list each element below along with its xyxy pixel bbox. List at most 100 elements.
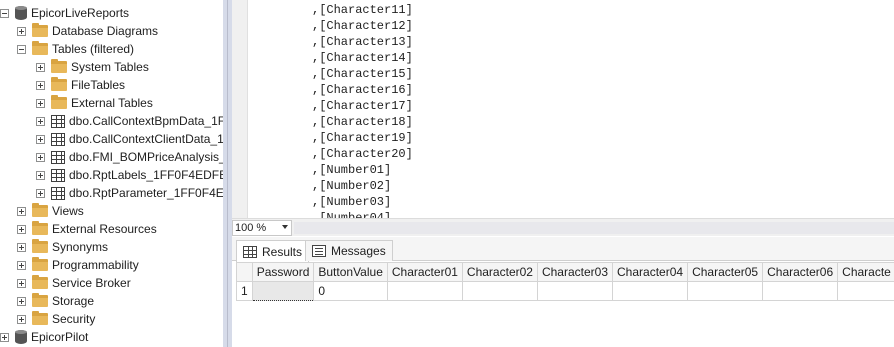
tree-node-external-tables[interactable]: External Tables [36,94,153,112]
chevron-down-icon[interactable] [282,225,288,229]
folder-icon [32,239,48,253]
grid-cell[interactable] [612,281,689,301]
editor-change-margin [248,0,251,218]
expand-icon[interactable] [17,26,26,36]
query-editor[interactable]: ,[Character11] ,[Character12] ,[Characte… [232,0,894,218]
tree-node-table[interactable]: dbo.RptLabels_1FF0F4EDFB3 [36,166,223,184]
expand-icon[interactable] [36,188,45,198]
tree-node-filetables[interactable]: FileTables [36,76,125,94]
expand-icon[interactable] [17,278,26,288]
tab-messages-label: Messages [331,244,386,258]
expand-icon[interactable] [17,206,26,216]
tree-node-label: External Resources [52,222,157,236]
zoom-dropdown[interactable]: 100 % [232,220,292,236]
expand-icon[interactable] [36,80,45,90]
expand-icon[interactable] [36,116,45,126]
tree-node-external-resources[interactable]: External Resources [17,220,157,238]
column-header[interactable]: Character01 [386,262,463,282]
tree-node-table[interactable]: dbo.CallContextClientData_1 [36,130,223,148]
tree-node-label: System Tables [71,60,149,74]
row-number[interactable]: 1 [236,281,253,301]
expand-icon[interactable] [36,170,45,180]
editor-status-bar: 100 % [232,218,894,236]
tree-node-programmability[interactable]: Programmability [17,256,139,274]
grid-cell[interactable]: 0 [313,281,388,301]
expand-icon[interactable] [17,314,26,324]
database-icon [15,330,27,344]
expand-icon[interactable] [36,62,45,72]
folder-icon [32,221,48,235]
collapse-icon[interactable] [17,44,26,54]
editor-margin [232,0,248,218]
tree-node-epicorlivereports[interactable]: EpicorLiveReports [0,4,129,22]
code-line: ,[Character18] [312,115,413,129]
folder-icon [51,59,67,73]
code-line: ,[Character14] [312,51,413,65]
column-header[interactable]: Character03 [536,262,614,282]
folder-icon [51,95,67,109]
tree-node-synonyms[interactable]: Synonyms [17,238,108,256]
tree-node-table[interactable]: dbo.FMI_BOMPriceAnalysis_ [36,148,223,166]
folder-icon [32,41,48,55]
expand-icon[interactable] [36,152,45,162]
table-icon [51,186,65,200]
tree-node-service-broker[interactable]: Service Broker [17,274,131,292]
table-icon [51,168,65,182]
expand-icon[interactable] [36,98,45,108]
column-header[interactable]: Character05 [687,262,764,282]
tree-node-table[interactable]: dbo.RptParameter_1FF0F4ED [36,184,223,202]
grid-cell[interactable] [536,281,614,301]
pane-splitter[interactable] [223,0,232,347]
expand-icon[interactable] [17,260,26,270]
grid-icon [243,245,257,258]
tree-node-security[interactable]: Security [17,310,95,328]
column-header[interactable]: Character06 [762,262,839,282]
expand-icon[interactable] [17,296,26,306]
tree-node-label: External Tables [71,96,153,110]
code-line: ,[Character17] [312,99,413,113]
tree-node-label: Synonyms [52,240,109,254]
grid-cell[interactable] [837,281,894,301]
column-header[interactable]: Character04 [612,262,689,282]
grid-cell[interactable] [461,281,538,301]
tree-node-database-diagrams[interactable]: Database Diagrams [17,22,158,40]
column-header[interactable]: Password [251,262,315,282]
tree-node-storage[interactable]: Storage [17,292,94,310]
grid-cell[interactable] [687,281,764,301]
expand-icon[interactable] [17,242,26,252]
code-line: ,[Number03] [312,195,392,209]
tab-results-label: Results [262,244,303,259]
tree-node-label: dbo.CallContextBpmData_1F [69,114,223,128]
expand-icon[interactable] [17,224,26,234]
tab-messages[interactable]: Messages [305,240,393,261]
grid-cell[interactable] [762,281,839,301]
column-header[interactable]: ButtonValue [313,262,388,282]
tab-results[interactable]: Results [236,240,310,262]
code-line: ,[Character12] [312,19,413,33]
tree-node-epicorpilot[interactable]: EpicorPilot [0,328,88,346]
folder-icon [32,257,48,271]
tree-node-views[interactable]: Views [17,202,84,220]
table-row: 1 0 [236,281,894,301]
grid-corner[interactable] [236,262,253,282]
folder-icon [32,311,48,325]
code-line: ,[Number01] [312,163,392,177]
grid-cell[interactable] [386,281,463,301]
tree-node-system-tables[interactable]: System Tables [36,58,149,76]
column-header[interactable]: Characte [837,262,894,282]
collapse-icon[interactable] [0,8,9,18]
tree-node-tables[interactable]: Tables (filtered) [17,40,134,58]
tree-node-label: dbo.CallContextClientData_1 [69,132,223,146]
code-line: ,[Character13] [312,35,413,49]
tree-node-label: Programmability [52,258,139,272]
tree-node-label: dbo.RptLabels_1FF0F4EDFB3 [69,168,223,182]
horizontal-scrollbar[interactable] [294,222,894,234]
grid-cell[interactable] [251,281,315,301]
tree-node-table[interactable]: dbo.CallContextBpmData_1F [36,112,223,130]
tree-node-label: Security [52,312,96,326]
expand-icon[interactable] [0,332,9,342]
expand-icon[interactable] [36,134,45,144]
column-header[interactable]: Character02 [461,262,538,282]
folder-icon [51,77,67,91]
tree-node-label: FileTables [71,78,126,92]
